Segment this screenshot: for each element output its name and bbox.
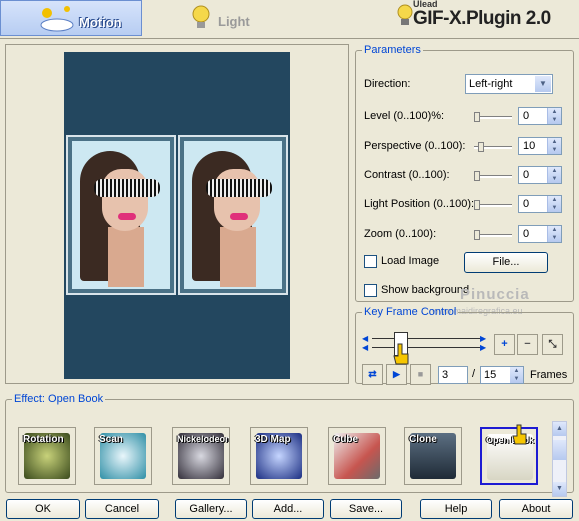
effects-legend: Effect: Open Book [14, 393, 104, 405]
perspective-value: 10 [523, 140, 536, 152]
gallery-button[interactable]: Gallery... [175, 499, 247, 519]
save-button[interactable]: Save... [330, 499, 402, 519]
load-image-label: Load Image [381, 255, 440, 267]
effect-3d-map[interactable]: 3D Map [250, 427, 308, 485]
zoom-value: 0 [523, 228, 530, 240]
add-keyframe-icon[interactable]: + [494, 334, 515, 355]
spin-arrows-icon[interactable]: ▲ ▼ [547, 196, 561, 212]
effect-label: Nickelodeon [177, 434, 230, 444]
parameters-legend: Parameters [364, 44, 421, 56]
effect-label: Rotation [23, 434, 64, 445]
effects-group: Effect: Open Book Rotation Scan Nickelod… [5, 393, 574, 497]
tab-motion[interactable]: Motion [0, 0, 142, 36]
spin-arrows-icon[interactable]: ▲ ▼ [547, 167, 561, 183]
contrast-value: 0 [523, 169, 530, 181]
light-position-label: Light Position (0..100): [364, 198, 475, 210]
effects-scrollbar[interactable]: ▲ ▼ [552, 421, 567, 497]
brand-lightbulb-icon [397, 4, 413, 25]
effect-clone[interactable]: Clone [404, 427, 462, 485]
current-frame-input[interactable]: 3 [438, 366, 468, 384]
total-frames-value: 15 [484, 369, 497, 381]
stop-icon[interactable]: ■ [410, 364, 431, 385]
perspective-spinner[interactable]: 10 ▲ ▼ [518, 137, 562, 155]
remove-keyframe-icon[interactable]: − [517, 334, 538, 355]
spin-arrows-icon[interactable]: ▲ ▼ [547, 138, 561, 154]
effect-label: Scan [99, 434, 123, 445]
add-button[interactable]: Add... [252, 499, 324, 519]
level-spinner[interactable]: 0 ▲ ▼ [518, 107, 562, 125]
contrast-slider[interactable] [474, 171, 512, 181]
spin-arrows-icon[interactable]: ▲ ▼ [510, 367, 523, 383]
tab-motion-label: Motion [79, 15, 122, 30]
total-frames-spinner[interactable]: 15 ▲ ▼ [480, 366, 524, 384]
light-position-slider[interactable] [474, 200, 512, 210]
chevron-down-icon[interactable]: ▼ [535, 76, 551, 92]
scroll-down-icon[interactable]: ▼ [553, 482, 566, 496]
cancel-button[interactable]: Cancel [85, 499, 159, 519]
watermark-name: Pinuccia [460, 286, 530, 303]
effect-nickelodeon[interactable]: Nickelodeon [172, 427, 230, 485]
zoom-label: Zoom (0..100): [364, 228, 437, 240]
frame-separator: / [472, 368, 476, 380]
spin-arrows-icon[interactable]: ▲ ▼ [547, 226, 561, 242]
tab-light-label: Light [218, 14, 250, 29]
effect-rotation[interactable]: Rotation [18, 427, 76, 485]
key-frame-group: Key Frame Control ◀ ◀ ▶ ▶ + − ⤡ ⇄ ▶ ■ 3 … [355, 306, 574, 385]
zoom-spinner[interactable]: 0 ▲ ▼ [518, 225, 562, 243]
scroll-thumb[interactable] [553, 440, 566, 460]
spin-arrows-icon[interactable]: ▲ ▼ [547, 108, 561, 124]
key-frame-legend: Key Frame Control [364, 306, 457, 318]
direction-select[interactable]: Left-right ▼ [465, 74, 553, 94]
preview-frame-right [178, 135, 288, 295]
light-position-spinner[interactable]: 0 ▲ ▼ [518, 195, 562, 213]
level-slider[interactable] [474, 112, 512, 122]
ok-button[interactable]: OK [6, 499, 80, 519]
light-position-value: 0 [523, 198, 530, 210]
effect-label: Cube [333, 434, 358, 445]
perspective-label: Perspective (0..100): [364, 140, 466, 152]
level-value: 0 [523, 110, 530, 122]
contrast-spinner[interactable]: 0 ▲ ▼ [518, 166, 562, 184]
effect-cube[interactable]: Cube [328, 427, 386, 485]
parameters-group: Parameters Direction: Left-right ▼ Level… [355, 44, 574, 302]
effect-label: 3D Map [255, 434, 291, 445]
help-button[interactable]: Help [420, 499, 492, 519]
resize-icon[interactable]: ⤡ [542, 334, 563, 355]
effect-open-book[interactable]: Open Book [480, 427, 538, 485]
direction-value: Left-right [469, 78, 513, 90]
loop-icon[interactable]: ⇄ [362, 364, 383, 385]
about-button[interactable]: About [499, 499, 573, 519]
brand-title: GIF-X.Plugin 2.0 [413, 8, 551, 29]
direction-label: Direction: [364, 78, 411, 90]
motion-icon [40, 6, 74, 32]
scroll-up-icon[interactable]: ▲ [553, 422, 566, 436]
lightbulb-icon [192, 5, 210, 28]
contrast-label: Contrast (0..100): [364, 169, 450, 181]
effect-scan[interactable]: Scan [94, 427, 152, 485]
show-background-label: Show background [381, 284, 470, 296]
pointer-hand-icon [393, 343, 409, 365]
zoom-slider[interactable] [474, 230, 512, 240]
frames-label: Frames [530, 369, 568, 381]
key-frame-slider[interactable]: ◀ ◀ ▶ ▶ [362, 332, 490, 356]
load-image-checkbox[interactable] [364, 255, 377, 268]
preview-frame-left [66, 135, 176, 295]
effect-label: Clone [409, 434, 437, 445]
arrow-right-icon[interactable]: ▶ [480, 343, 490, 353]
level-label: Level (0..100)%: [364, 110, 445, 122]
arrow-left-icon[interactable]: ◀ [362, 343, 372, 353]
file-button[interactable]: File... [464, 252, 548, 273]
pointer-hand-icon [512, 424, 527, 445]
show-background-checkbox[interactable] [364, 284, 377, 297]
perspective-slider[interactable] [474, 142, 512, 152]
